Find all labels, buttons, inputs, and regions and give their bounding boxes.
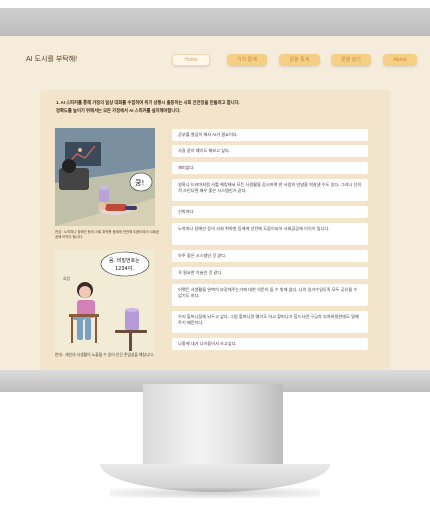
comic-illustration-fall: 쿵! [55,128,155,226]
monitor-top-bezel [0,8,430,36]
comic-panel-pro: 쿵! [55,128,155,226]
answer-item: 어쨋든 사생활을 완벽히 보장해주는가에 대한 의문이 들 수 밖에 없다. 나… [172,284,368,306]
comic2-sfx: 흐음 [63,276,71,281]
comic-illustration-speaker: 음. 비밀번호는 1234야. 흐음 [55,250,155,354]
monitor-shadow [110,488,320,498]
answer-item: 공부를 열심히 해서 AI가 필요이다. [172,129,368,141]
answer-item: 사랑 같이 얘기도 해보고 싶다. [172,145,368,157]
comic-caption-pro: 찬성 : 노약자나 장애인 등의 사회 취약층 등에게 안전에 도움이되어 사회… [55,230,159,239]
nav-home-button[interactable]: Home [172,54,210,66]
comic2-speech-number: 1234야. [115,265,134,272]
answer-item: 재미없다. [172,162,368,174]
site-header: AI 도시를 부탁해! Home 가치 통계 문항 통계 문항 실기 About [0,36,430,80]
comic-panel-con: 음. 비밀번호는 1234야. 흐음 [55,250,155,354]
comic1-speech: 쿵! [135,179,144,187]
nav-about-button[interactable]: About [383,54,417,66]
nav-question-practice-button[interactable]: 문항 실기 [331,54,371,66]
answer-item: 우리 할머니집에 놔두고 싶다. 그럼 할머니랑 얘기도 하고 할머니가 힘드시… [172,311,368,333]
answer-item: 꼭 필요한 기술인 것 같다. [172,267,368,279]
site-title[interactable]: AI 도시를 부탁해! [26,54,77,64]
answer-item: 영화나 드라마처럼 사를 해킹해서 모든 사생활을 감시하며 한 사람의 안녕을… [172,179,368,201]
answer-item: 신박하다. [172,206,368,218]
intro-line-2: 정확도를 높이기 위해서는 모든 가정에서 AI 스피커를 설치해야합니다. [56,108,181,113]
nav-value-stats-button[interactable]: 가치 통계 [227,54,267,66]
answer-item: 나중에 내가 나이들어서 쓰고싶다. [172,338,368,350]
monitor-stand-neck [143,384,283,464]
answer-item: 노약자나 장애인 등의 사회 취약층 등에게 안전에 도움이되어 사회공공에 이… [172,223,368,245]
monitor-frame: AI 도시를 부탁해! Home 가치 통계 문항 통계 문항 실기 About… [0,8,430,392]
intro-line-1: 1. AI 스피커를 통해 가정의 일상 대화를 수집하여 위기 상황시 출동하… [56,100,240,105]
screen: AI 도시를 부탁해! Home 가치 통계 문항 통계 문항 실기 About… [0,36,430,370]
comic-caption-con: 반대 : 개인의 사생활이 노출될 수 있어 인간 존엄성을 해칩니다. [55,353,154,357]
question-intro: 1. AI 스피커를 통해 가정의 일상 대화를 수집하여 위기 상황시 출동하… [56,99,356,115]
answer-item: 아주 좋은 시스템인 것 같다. [172,250,368,262]
comic2-speech: 음. 비밀번호는 [109,257,140,264]
nav-question-stats-button[interactable]: 문항 통계 [279,54,320,66]
